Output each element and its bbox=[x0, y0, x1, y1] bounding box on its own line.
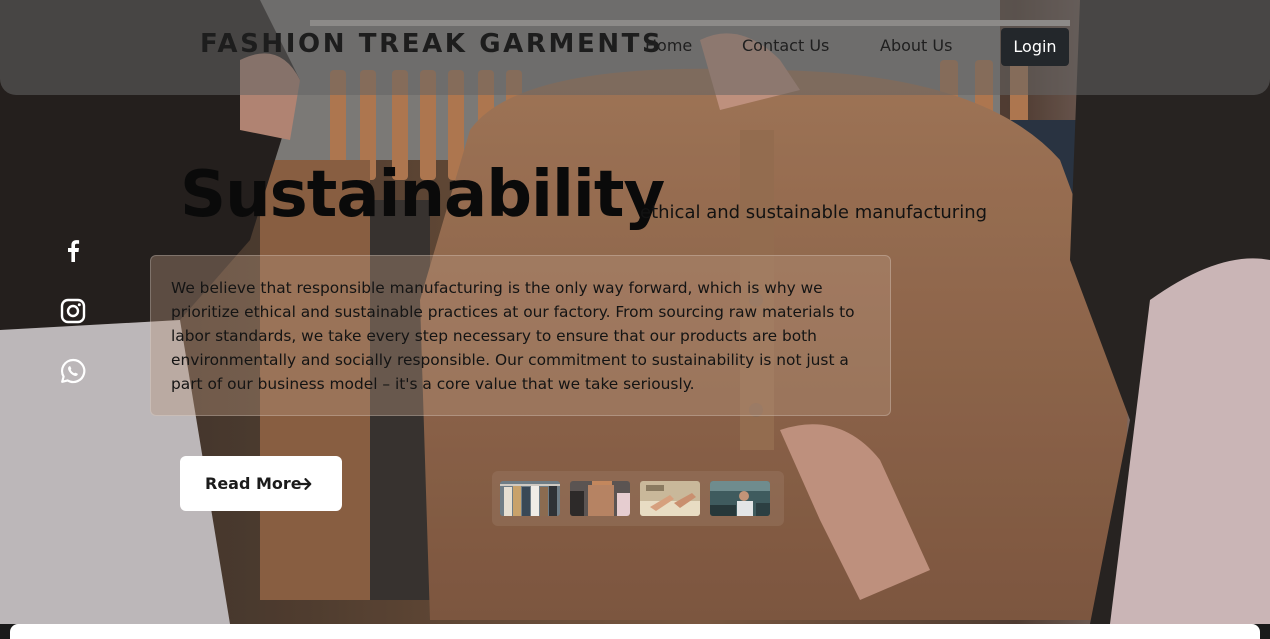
thumbnail-shirt-fitting[interactable] bbox=[570, 481, 630, 516]
arrow-right-icon bbox=[297, 478, 312, 490]
hero-subtitle: ethical and sustainable manufacturing bbox=[640, 202, 988, 223]
thumbnail-carousel bbox=[492, 471, 784, 526]
nav-link-home[interactable]: Home bbox=[645, 36, 692, 55]
login-button[interactable]: Login bbox=[1001, 28, 1069, 66]
next-section-top bbox=[10, 624, 1260, 639]
read-more-label: Read More bbox=[205, 474, 302, 493]
nav-link-contact-us[interactable]: Contact Us bbox=[742, 36, 829, 55]
navbar: FASHION TREAK GARMENTS Home Contact Us A… bbox=[0, 0, 1270, 95]
facebook-icon[interactable] bbox=[58, 236, 88, 266]
hero-description-box: We believe that responsible manufacturin… bbox=[150, 255, 891, 416]
bottom-section-edge bbox=[0, 624, 1270, 639]
thumbnail-factory-worker[interactable] bbox=[710, 481, 770, 516]
read-more-button[interactable]: Read More bbox=[180, 456, 342, 511]
hero-title: Sustainability bbox=[180, 158, 665, 232]
whatsapp-icon[interactable] bbox=[58, 356, 88, 386]
hero-description-text: We believe that responsible manufacturin… bbox=[171, 279, 855, 393]
thumbnail-clothing-rack[interactable] bbox=[500, 481, 560, 516]
hero-section: FASHION TREAK GARMENTS Home Contact Us A… bbox=[0, 0, 1270, 624]
instagram-icon[interactable] bbox=[58, 296, 88, 326]
brand-logo-text[interactable]: FASHION TREAK GARMENTS bbox=[200, 29, 663, 59]
thumbnail-sewing[interactable] bbox=[640, 481, 700, 516]
nav-link-about-us[interactable]: About Us bbox=[880, 36, 952, 55]
